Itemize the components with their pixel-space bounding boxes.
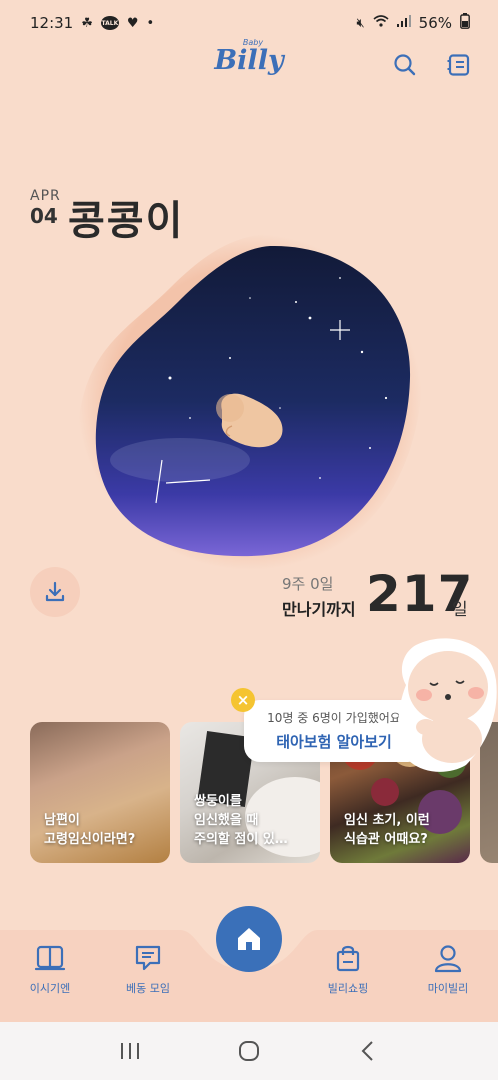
baby-mascot-icon[interactable] [396, 635, 498, 775]
nav-item-this-period[interactable]: 이시기엔 [10, 942, 90, 996]
home-system-button[interactable] [234, 1036, 264, 1066]
pregnancy-week: 9주 0일 [282, 575, 334, 593]
battery-icon [460, 13, 470, 33]
home-icon [238, 928, 260, 950]
app-header: Baby Billy [0, 38, 498, 88]
diary-icon [447, 54, 470, 76]
nav-item-shopping[interactable]: 빌리쇼핑 [308, 942, 388, 996]
download-button[interactable] [30, 567, 80, 617]
app-logo: Baby Billy [214, 38, 283, 75]
dot-icon: • [146, 15, 155, 31]
article-card-title: 쌍둥이를 임신했을 때 주의할 점이 있… [194, 794, 288, 847]
nav-item-community[interactable]: 베동 모임 [108, 942, 188, 996]
notification-icon: ☘ [81, 15, 93, 31]
status-right: 🔇︎ 56% [356, 13, 470, 33]
nav-label-this-period: 이시기엔 [29, 982, 71, 995]
meet-label: 만나기까지 [282, 600, 356, 619]
status-left: 12:31 ☘ TALK ♥ • [30, 14, 154, 32]
book-open-icon [34, 945, 66, 971]
back-button[interactable] [353, 1036, 383, 1066]
wifi-icon [373, 15, 389, 31]
chat-icon [135, 945, 161, 971]
nav-label-shopping: 빌리쇼핑 [327, 982, 369, 995]
date-block: APR 04 [30, 188, 61, 228]
download-icon [45, 581, 65, 602]
talk-icon: TALK [100, 16, 119, 30]
signal-icon [396, 15, 411, 31]
search-button[interactable] [390, 50, 420, 80]
diary-button[interactable] [444, 50, 474, 80]
shopping-bag-icon [336, 945, 360, 972]
days-unit: 일 [452, 600, 468, 620]
nav-label-my-billy: 마이빌리 [427, 982, 469, 995]
battery-percent: 56% [418, 14, 452, 32]
logo-main-text: Billy [214, 45, 284, 76]
article-card-title: 임신 초기, 이런 식습관 어때요? [344, 813, 430, 847]
heart-icon: ♥ [126, 15, 139, 31]
status-time: 12:31 [30, 14, 74, 32]
date-day: 04 [30, 204, 58, 228]
search-icon [394, 54, 416, 76]
mute-icon: 🔇︎ [356, 15, 365, 31]
article-card-1[interactable]: 남편이 고령임신이라면? [30, 722, 170, 863]
recent-apps-button[interactable] [115, 1036, 145, 1066]
home-circle-icon [238, 1041, 259, 1061]
home-button[interactable] [216, 906, 282, 972]
fetus-illustration[interactable] [70, 228, 430, 588]
system-navigation-bar [0, 1022, 498, 1080]
date-month: APR [30, 188, 61, 204]
nav-item-my-billy[interactable]: 마이빌리 [408, 942, 488, 996]
nav-label-community: 베동 모임 [126, 982, 170, 995]
back-icon [361, 1041, 374, 1061]
close-icon[interactable]: × [231, 688, 255, 712]
person-icon [434, 945, 462, 973]
recent-apps-icon [120, 1043, 139, 1059]
article-card-title: 남편이 고령임신이라면? [44, 813, 136, 847]
